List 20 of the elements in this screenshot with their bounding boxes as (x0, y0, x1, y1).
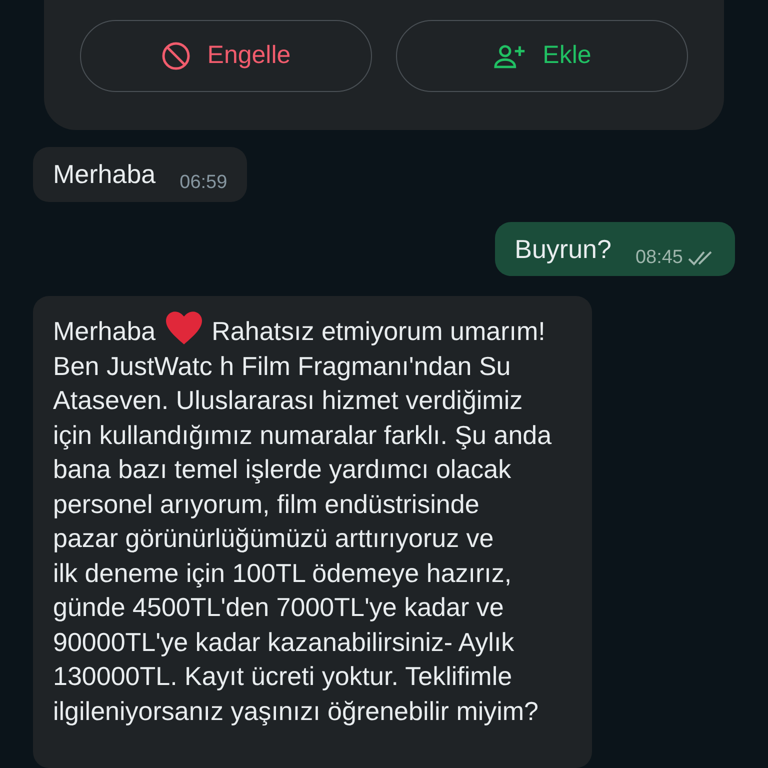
block-icon (161, 41, 192, 71)
message-text: Buyrun? (514, 232, 612, 266)
message-time: 08:45 (635, 246, 683, 270)
message-time: 06:59 (180, 171, 228, 195)
message-text: ilk deneme için 100TL ödemeye hazırız, (53, 556, 513, 590)
message-text: ilgileniyorsanız yaşınızı öğrenebilir miyim? (53, 694, 540, 728)
message-text: Merhaba (53, 158, 156, 191)
message-text: günde 4500TL'den 7000TL'ye kadar ve (53, 591, 505, 624)
message-text: personel arıyorum, film endüstrisinde (53, 488, 480, 520)
message-text: bana bazı temel işlerde yardımcı olacak (53, 453, 512, 486)
message-text: Merhaba Rahatsız etmiyorum umarım! (53, 310, 552, 348)
message-text: Ben JustWatc h Film Fragmanı'ndan Su (53, 350, 512, 382)
message-text: 130000TL. Kayıt ücreti yoktur. Teklifimle (53, 660, 514, 693)
message-text: Ataseven. Uluslararası hizmet verdiğimiz (53, 384, 524, 417)
add-button[interactable]: Ekle (396, 20, 688, 92)
message-text: pazar görünürlüğümüzü arttırıyoruz ve (53, 522, 495, 555)
message-text: 90000TL'ye kadar kazanabilirsiniz- Aylık (53, 626, 516, 658)
block-button[interactable]: Engelle (80, 20, 372, 92)
message-text: için kullandığımız numaralar farklı. Şu anda (53, 418, 552, 452)
heart-icon (164, 310, 204, 346)
